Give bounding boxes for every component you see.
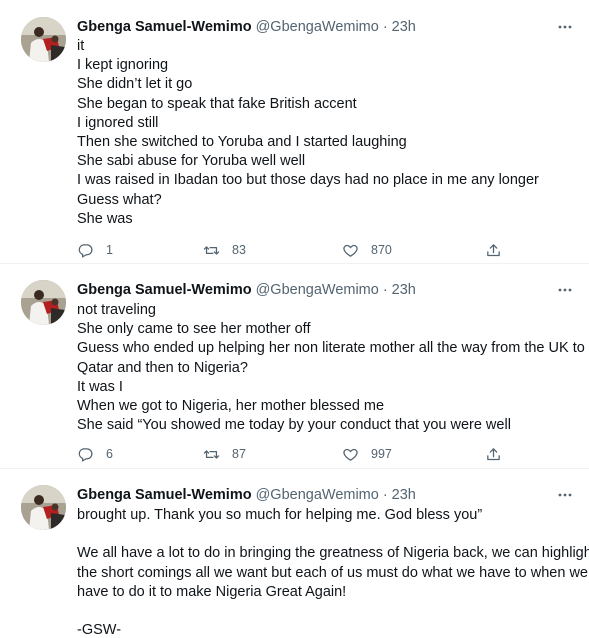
tweet-line: She was (77, 210, 133, 227)
share-button[interactable] (485, 240, 502, 260)
more-icon[interactable] (555, 485, 575, 505)
retweet-icon (203, 245, 220, 255)
tweet-line: She only came to see her mother off (77, 321, 311, 338)
tweet-line: Guess what? (77, 191, 162, 208)
like-count: 870 (371, 243, 392, 257)
action-bar: 1 83 870 (77, 240, 517, 260)
retweet-button[interactable]: 87 (203, 444, 246, 464)
timestamp[interactable]: 23h (392, 282, 416, 298)
author-handle[interactable]: @GbengaWemimo (256, 282, 379, 298)
reply-count: 1 (106, 243, 113, 257)
tweet-header: Gbenga Samuel-Wemimo @GbengaWemimo · 23h (77, 17, 575, 37)
tweet-line: She began to speak that fake British acc… (77, 95, 357, 112)
tweet[interactable]: Gbenga Samuel-Wemimo @GbengaWemimo · 23h… (0, 469, 589, 638)
author-handle[interactable]: @GbengaWemimo (256, 19, 379, 35)
tweet[interactable]: Gbenga Samuel-Wemimo @GbengaWemimo · 23h… (0, 0, 589, 264)
like-count: 997 (371, 447, 392, 461)
tweet-line: it (77, 38, 85, 54)
tweet-line: It was I (77, 378, 123, 395)
like-icon (343, 244, 358, 257)
retweet-icon (203, 449, 220, 459)
tweet-line: She didn’t let it go (77, 76, 193, 93)
tweet-line: Guess who ended up helping her non liter… (77, 340, 585, 357)
retweet-button[interactable]: 83 (203, 240, 246, 260)
separator: · (382, 282, 388, 298)
like-button[interactable]: 870 (342, 240, 392, 260)
timestamp[interactable]: 23h (392, 19, 416, 35)
share-icon (487, 243, 500, 256)
more-icon[interactable] (555, 17, 575, 37)
author-handle[interactable]: @GbengaWemimo (256, 487, 379, 503)
tweet-header: Gbenga Samuel-Wemimo @GbengaWemimo · 23h (77, 485, 575, 505)
tweet-line: When we got to Nigeria, her mother bless… (77, 398, 385, 415)
tweet-line: have to do it to make Nigeria Great Agai… (77, 583, 347, 600)
share-button[interactable] (485, 444, 502, 464)
separator: · (382, 487, 388, 503)
reply-count: 6 (106, 447, 113, 461)
more-icon[interactable] (555, 280, 575, 300)
tweet-line: Then she switched to Yoruba and I starte… (77, 134, 407, 151)
tweet-line (77, 602, 575, 621)
retweet-count: 87 (232, 447, 246, 461)
author-name[interactable]: Gbenga Samuel-Wemimo (77, 19, 252, 35)
reply-button[interactable]: 6 (77, 444, 113, 464)
tweet[interactable]: Gbenga Samuel-Wemimo @GbengaWemimo · 23h… (0, 264, 589, 469)
tweet-text: not traveling She only came to see her m… (77, 301, 585, 435)
author-name[interactable]: Gbenga Samuel-Wemimo (77, 282, 252, 298)
reply-icon (78, 447, 93, 462)
tweet-line: She said “You showed me today by your co… (77, 417, 511, 434)
tweet-line: -GSW- (77, 622, 122, 638)
tweet-line: I was raised in Ibadan too but those day… (77, 172, 539, 189)
like-button[interactable]: 997 (342, 444, 392, 464)
reply-icon (78, 243, 93, 258)
author-name[interactable]: Gbenga Samuel-Wemimo (77, 487, 252, 503)
tweet-line: She sabi abuse for Yoruba well well (77, 153, 306, 170)
avatar[interactable] (21, 17, 66, 62)
reply-button[interactable]: 1 (77, 240, 113, 260)
action-bar: 6 87 997 (77, 444, 517, 464)
tweet-line: I kept ignoring (77, 57, 169, 74)
tweet-text: brought up. Thank you so much for helpin… (77, 506, 589, 638)
avatar[interactable] (21, 485, 66, 530)
tweet-line: brought up. Thank you so much for helpin… (77, 507, 483, 523)
tweet-line: I ignored still (77, 114, 159, 131)
tweet-line: Qatar and then to Nigeria? (77, 359, 248, 376)
tweet-line: the short comings all we want but each o… (77, 564, 588, 581)
tweet-line (77, 525, 575, 544)
avatar[interactable] (21, 280, 66, 325)
tweet-line: not traveling (77, 302, 156, 318)
timestamp[interactable]: 23h (392, 487, 416, 503)
tweet-text: it I kept ignoring She didn’t let it go … (77, 37, 575, 229)
retweet-count: 83 (232, 243, 246, 257)
like-icon (343, 448, 358, 461)
tweet-line: We all have a lot to do in bringing the … (77, 545, 589, 562)
tweet-header: Gbenga Samuel-Wemimo @GbengaWemimo · 23h (77, 280, 575, 300)
separator: · (382, 19, 388, 35)
share-icon (487, 447, 500, 460)
